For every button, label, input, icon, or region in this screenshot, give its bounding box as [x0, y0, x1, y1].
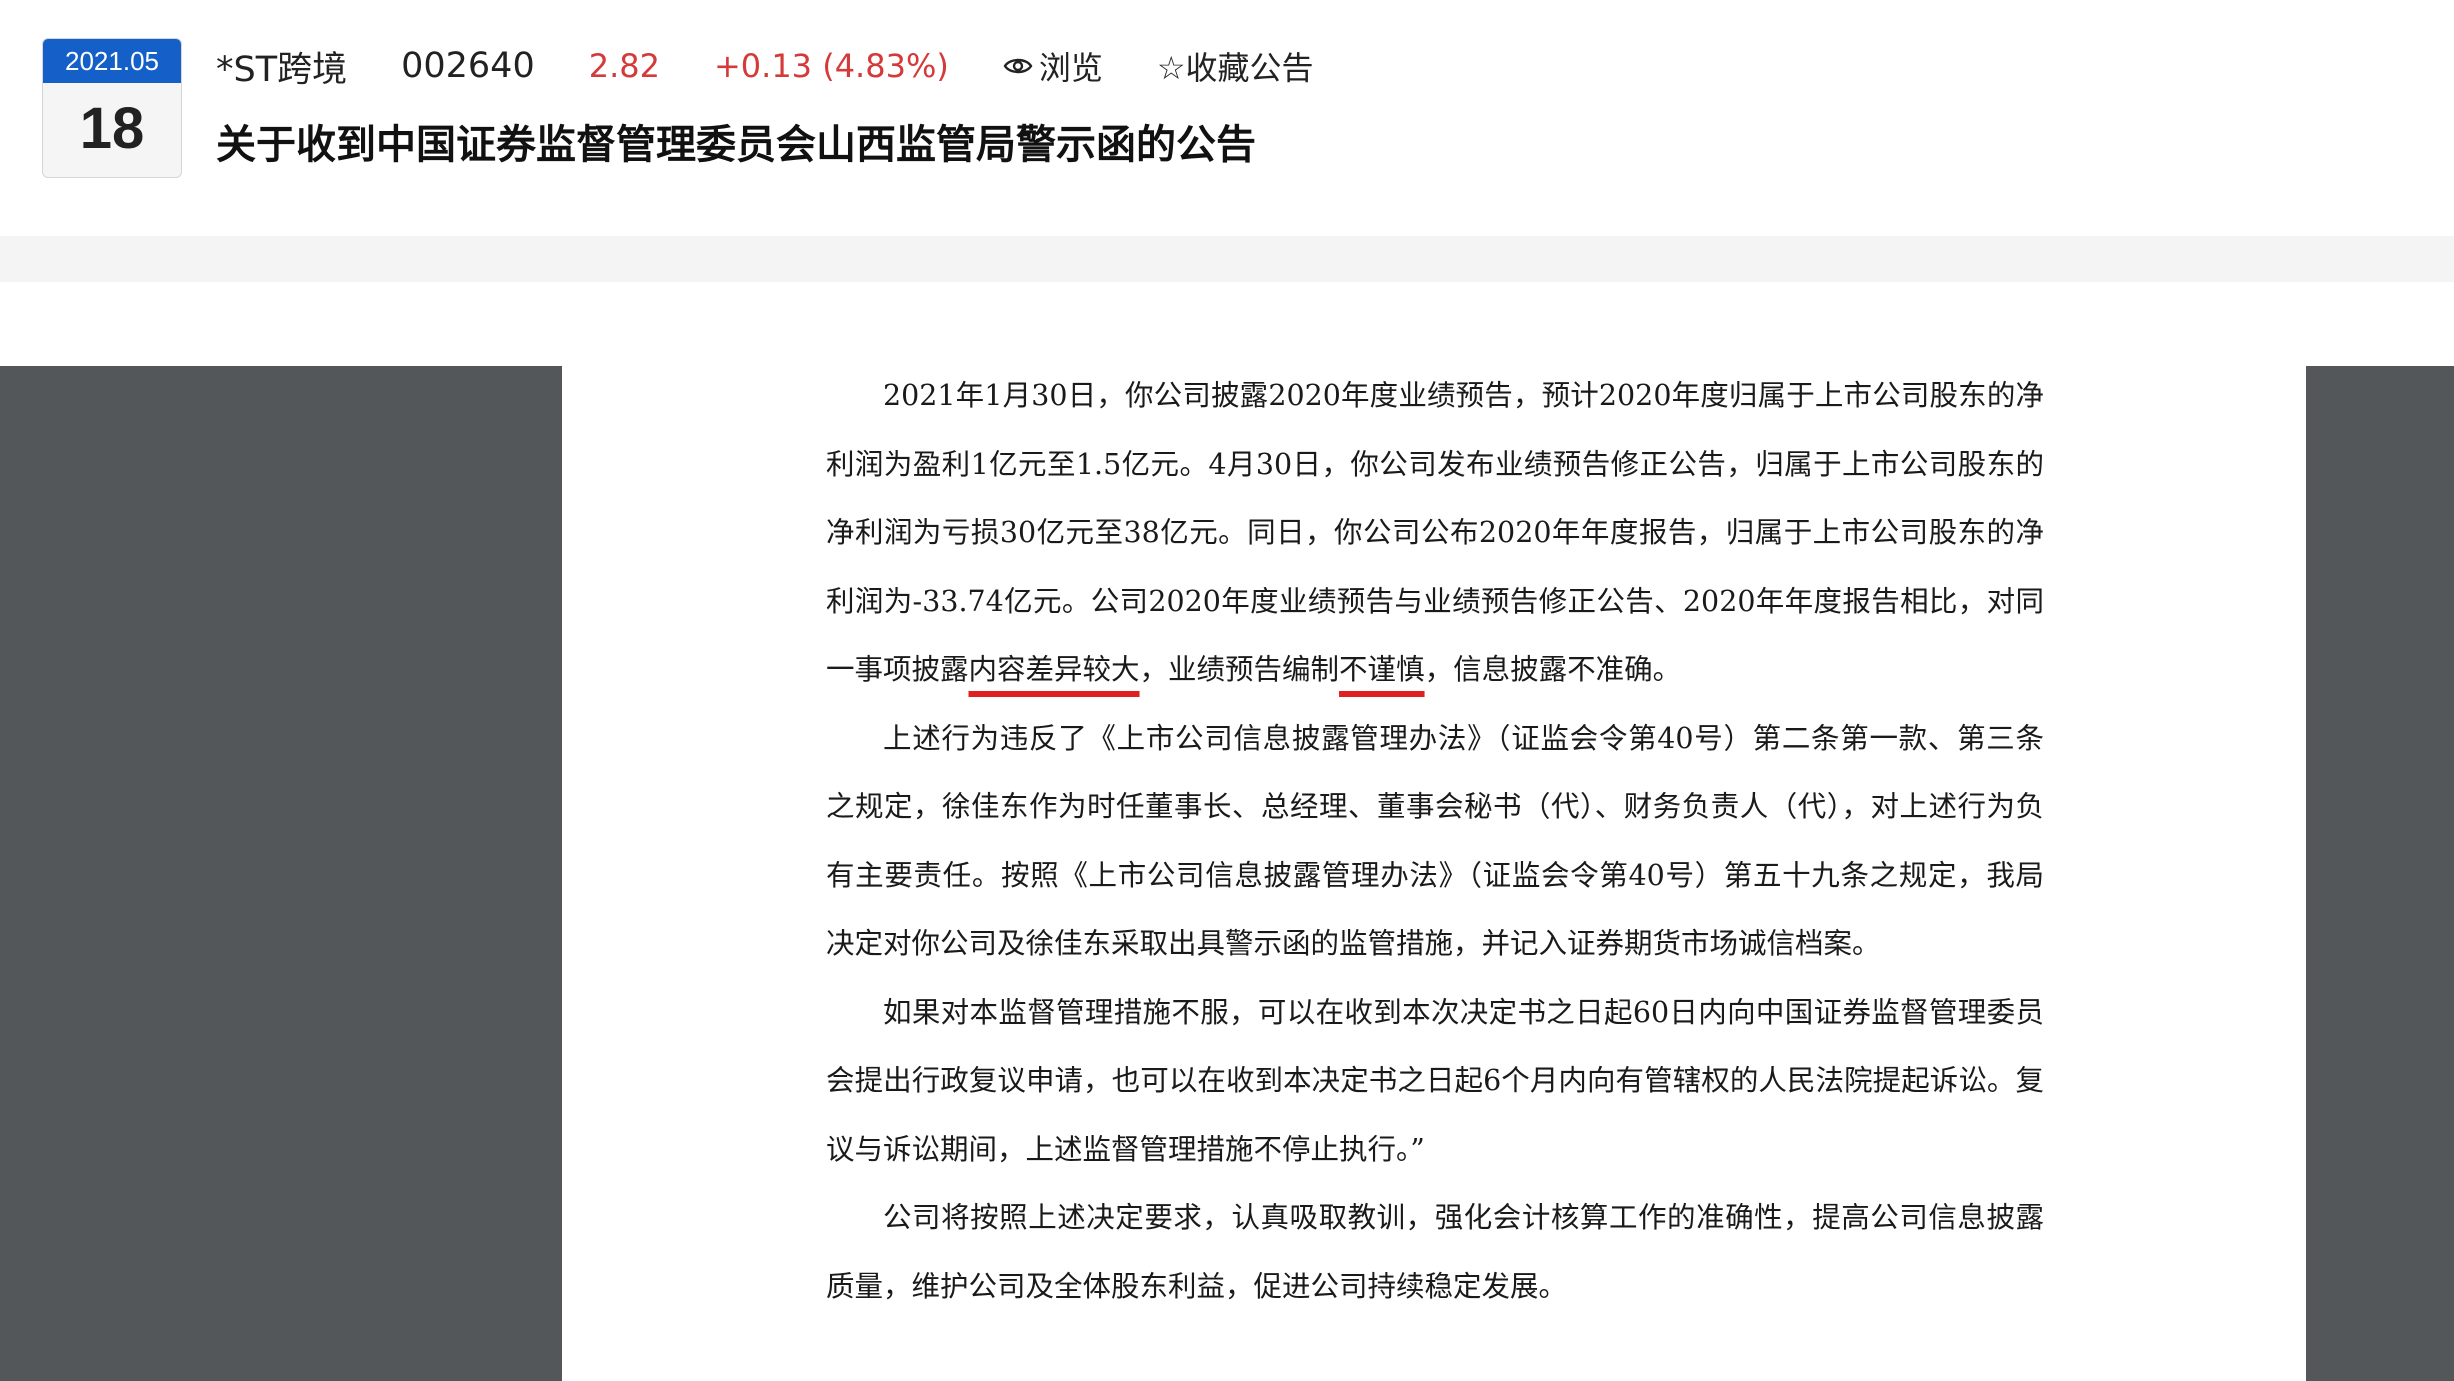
date-month: 2021.05 — [43, 39, 181, 83]
paragraph-1-text-a: 2021年1月30日，你公司披露2020年度业绩预告，预计2020年度归属于上市… — [826, 379, 2044, 686]
favorite-button[interactable]: ☆收藏公告 — [1157, 43, 1314, 89]
eye-icon — [1003, 55, 1033, 77]
date-badge: 2021.05 18 — [42, 38, 182, 178]
paragraph-1: 2021年1月30日，你公司披露2020年度业绩预告，预计2020年度归属于上市… — [826, 362, 2044, 705]
highlight-difference: 内容差异较大 — [968, 653, 1140, 686]
highlight-not-prudent: 不谨慎 — [1339, 653, 1425, 686]
stock-meta-row: *ST跨境 002640 2.82 +0.13 (4.83%) 浏览 ☆收藏公告 — [216, 38, 1314, 94]
paragraph-3: 如果对本监督管理措施不服，可以在收到本次决定书之日起60日内向中国证券监督管理委… — [826, 995, 2044, 1166]
stock-code[interactable]: 002640 — [401, 46, 535, 86]
stock-name[interactable]: *ST跨境 — [216, 41, 347, 92]
divider-strip — [0, 236, 2454, 282]
browse-button[interactable]: 浏览 — [1003, 43, 1103, 89]
stock-price: 2.82 — [588, 47, 660, 85]
stock-change: +0.13 (4.83%) — [713, 47, 949, 85]
announcement-header: 2021.05 18 *ST跨境 002640 2.82 +0.13 (4.83… — [0, 0, 2454, 236]
paragraph-4: 公司将按照上述决定要求，认真吸取教训，强化会计核算工作的准确性，提高公司信息披露… — [826, 1201, 2044, 1303]
date-day: 18 — [79, 96, 145, 161]
page-title: 关于收到中国证券监督管理委员会山西监管局警示函的公告 — [216, 122, 1256, 168]
paragraph-2: 上述行为违反了《上市公司信息披露管理办法》（证监会令第40号）第二条第一款、第三… — [826, 721, 2044, 961]
browse-label: 浏览 — [1038, 49, 1103, 87]
paragraph-1-text-c: ，信息披露不准确。 — [1424, 653, 1682, 686]
viewer-top-gap — [0, 282, 2454, 366]
paragraph-1-text-b: ，业绩预告编制 — [1139, 653, 1340, 686]
favorite-label: ☆收藏公告 — [1156, 49, 1314, 87]
document-body: 2021年1月30日，你公司披露2020年度业绩预告，预计2020年度归属于上市… — [826, 362, 2044, 1321]
